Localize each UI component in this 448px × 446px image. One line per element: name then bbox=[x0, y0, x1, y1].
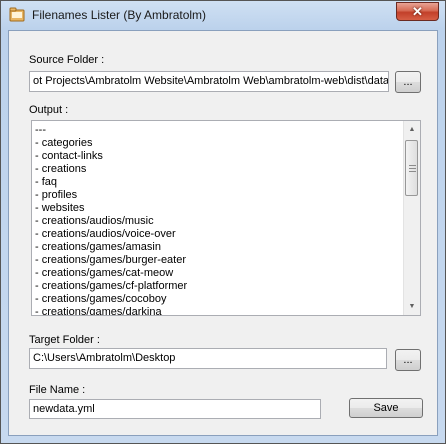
output-line: - websites bbox=[35, 202, 85, 214]
scroll-up-icon[interactable]: ▲ bbox=[404, 121, 420, 138]
output-textarea[interactable]: --- - categories - contact-links - creation… bbox=[31, 120, 421, 316]
output-line: - creations/audios/voice-over bbox=[35, 228, 176, 240]
output-line: - creations/games/burger-eater bbox=[35, 254, 187, 266]
output-line: - creations/games/cf-platformer bbox=[35, 280, 188, 292]
source-folder-field[interactable]: ot Projects\Ambratolm Website\Ambratolm … bbox=[29, 71, 389, 92]
output-line: - contact-links bbox=[35, 150, 103, 162]
save-button[interactable]: Save bbox=[349, 398, 423, 418]
target-folder-field[interactable]: C:\Users\Ambratolm\Desktop bbox=[29, 348, 387, 369]
target-folder-label: Target Folder : bbox=[29, 334, 100, 346]
output-line: - creations/games/darkina bbox=[35, 306, 162, 316]
app-icon bbox=[9, 7, 25, 22]
output-line: - creations/games/cat-meow bbox=[35, 267, 174, 279]
app-window: Filenames Lister (By Ambratolm) ✕ Source… bbox=[0, 0, 446, 444]
scroll-down-icon[interactable]: ▼ bbox=[404, 298, 420, 315]
output-line: - creations/audios/music bbox=[35, 215, 154, 227]
title-bar[interactable]: Filenames Lister (By Ambratolm) ✕ bbox=[1, 1, 445, 29]
close-button[interactable]: ✕ bbox=[396, 2, 439, 21]
file-name-label: File Name : bbox=[29, 384, 86, 396]
output-line: - creations/games/amasin bbox=[35, 241, 161, 253]
output-label: Output : bbox=[29, 104, 69, 116]
scroll-thumb[interactable] bbox=[405, 140, 418, 196]
output-line: - faq bbox=[35, 176, 58, 188]
output-line: - creations bbox=[35, 163, 87, 175]
close-icon: ✕ bbox=[412, 3, 423, 19]
source-browse-button[interactable]: ... bbox=[395, 71, 421, 93]
file-name-field[interactable]: newdata.yml bbox=[29, 399, 321, 419]
output-lines: --- - categories - contact-links - creation… bbox=[35, 124, 402, 316]
source-folder-label: Source Folder : bbox=[29, 54, 105, 66]
window-title: Filenames Lister (By Ambratolm) bbox=[32, 8, 207, 22]
output-line: - creations/games/cocoboy bbox=[35, 293, 167, 305]
output-line: --- bbox=[35, 124, 46, 136]
output-line: - categories bbox=[35, 137, 93, 149]
target-browse-button[interactable]: ... bbox=[395, 349, 421, 371]
output-line: - profiles bbox=[35, 189, 78, 201]
output-scrollbar[interactable]: ▲ ▼ bbox=[403, 121, 420, 315]
client-area: Source Folder : ot Projects\Ambratolm We… bbox=[8, 30, 438, 436]
